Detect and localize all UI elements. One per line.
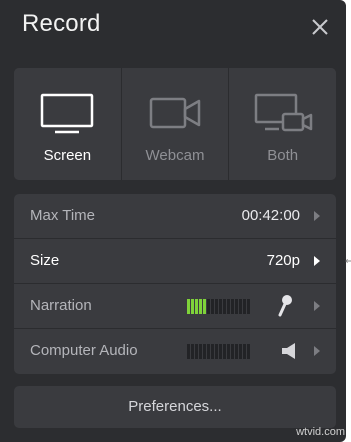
meter-segment (199, 344, 202, 359)
computer-audio-label: Computer Audio (30, 342, 138, 359)
meter-segment (235, 344, 238, 359)
speaker-icon[interactable] (281, 342, 299, 365)
preferences-button[interactable]: Preferences... (14, 386, 336, 428)
chevron-right-icon (314, 256, 320, 266)
narration-label: Narration (30, 297, 92, 314)
narration-row[interactable]: Narration (14, 284, 336, 329)
meter-segment (223, 299, 226, 314)
meter-segment (195, 344, 198, 359)
size-row[interactable]: Size 720p (14, 239, 336, 284)
meter-segment (239, 344, 242, 359)
meter-segment (207, 344, 210, 359)
meter-segment (211, 344, 214, 359)
meter-segment (227, 299, 230, 314)
meter-segment (215, 344, 218, 359)
close-icon[interactable] (307, 14, 333, 40)
mode-both-label: Both (267, 147, 299, 164)
computer-audio-level-meter (187, 344, 250, 359)
meter-segment (231, 299, 234, 314)
microphone-icon[interactable] (278, 294, 292, 323)
meter-segment (239, 299, 242, 314)
computer-audio-row[interactable]: Computer Audio (14, 329, 336, 374)
narration-level-meter (187, 299, 250, 314)
meter-segment (243, 344, 246, 359)
meter-segment (207, 299, 210, 314)
mode-webcam-label: Webcam (145, 147, 205, 164)
meter-segment (223, 344, 226, 359)
meter-segment (219, 344, 222, 359)
max-time-value: 00:42:00 (241, 207, 300, 224)
settings-list: Max Time 00:42:00 Size 720p Narration Co… (14, 194, 336, 374)
meter-segment (191, 299, 194, 314)
size-value: 720p (266, 252, 300, 269)
screen-and-camera-icon (229, 92, 336, 141)
record-panel: Record Screen Webcam Both Max Time 00:42… (0, 0, 346, 442)
meter-segment (231, 344, 234, 359)
meter-segment (199, 299, 202, 314)
monitor-icon (14, 92, 121, 141)
meter-segment (211, 299, 214, 314)
meter-segment (187, 299, 190, 314)
mode-screen-button[interactable]: Screen (14, 68, 122, 180)
size-label: Size (30, 252, 60, 269)
meter-segment (219, 299, 222, 314)
meter-segment (247, 299, 250, 314)
meter-segment (195, 299, 198, 314)
window-title: Record (22, 10, 101, 37)
chevron-right-icon (314, 301, 320, 311)
watermark: wtvid.com (296, 426, 345, 438)
meter-segment (203, 344, 206, 359)
meter-segment (187, 344, 190, 359)
meter-segment (203, 299, 206, 314)
meter-segment (235, 299, 238, 314)
meter-segment (215, 299, 218, 314)
chevron-right-icon (314, 346, 320, 356)
mode-webcam-button[interactable]: Webcam (121, 68, 230, 180)
chevron-right-icon (314, 211, 320, 221)
meter-segment (191, 344, 194, 359)
meter-segment (227, 344, 230, 359)
max-time-row[interactable]: Max Time 00:42:00 (14, 194, 336, 239)
meter-segment (247, 344, 250, 359)
meter-segment (243, 299, 246, 314)
camera-icon (122, 92, 229, 141)
mode-screen-label: Screen (43, 147, 92, 164)
max-time-label: Max Time (30, 207, 96, 224)
recording-mode-selector: Screen Webcam Both (14, 68, 336, 180)
resize-cursor-icon: ⟵ (345, 256, 351, 267)
mode-both-button[interactable]: Both (229, 68, 336, 180)
